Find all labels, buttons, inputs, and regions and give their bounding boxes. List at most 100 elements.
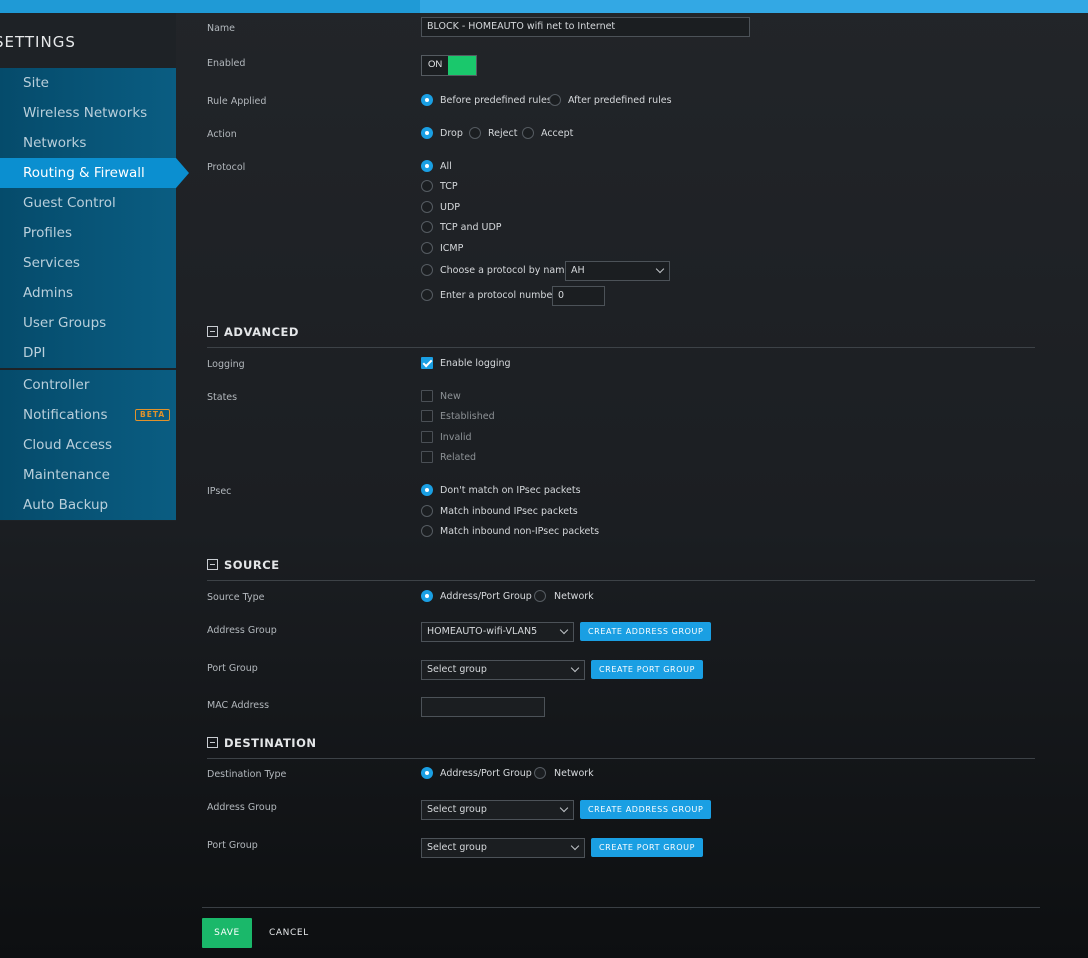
source-address-group-label: Address Group	[207, 625, 277, 636]
sidebar-item-user-groups[interactable]: User Groups	[0, 308, 176, 338]
radio-label: TCP	[440, 181, 458, 192]
section-title-advanced: ADVANCED	[224, 325, 299, 339]
radio-label: Match inbound IPsec packets	[440, 506, 578, 517]
collapse-minus-icon[interactable]	[207, 326, 218, 337]
radio-after-predefined[interactable]	[549, 94, 561, 106]
radio-protocol-number[interactable]	[421, 289, 433, 301]
section-divider	[207, 580, 1035, 581]
radio-drop[interactable]	[421, 127, 433, 139]
section-title-source: SOURCE	[224, 558, 280, 572]
checkbox-label: Established	[440, 411, 495, 422]
enabled-toggle[interactable]: ON	[421, 55, 477, 76]
toggle-state-label: ON	[428, 59, 443, 70]
radio-label: All	[440, 161, 452, 172]
radio-destination-network[interactable]	[534, 767, 546, 779]
collapse-minus-icon[interactable]	[207, 737, 218, 748]
protocol-name-select[interactable]: AH	[565, 261, 670, 281]
select-value: Select group	[427, 664, 487, 675]
section-divider	[207, 758, 1035, 759]
cancel-button[interactable]: CANCEL	[269, 918, 309, 948]
logging-label: Logging	[207, 359, 245, 370]
ipsec-label: IPsec	[207, 486, 232, 497]
top-progress-bar	[0, 0, 1088, 13]
states-label: States	[207, 392, 238, 403]
sidebar-item-wireless-networks[interactable]: Wireless Networks	[0, 98, 176, 128]
radio-protocol-tcp-udp[interactable]	[421, 221, 433, 233]
source-address-group-select[interactable]: HOMEAUTO-wifi-VLAN5	[421, 622, 574, 642]
create-address-group-button[interactable]: CREATE ADDRESS GROUP	[580, 800, 712, 819]
radio-protocol-icmp[interactable]	[421, 242, 433, 254]
sidebar-item-notifications[interactable]: Notifications BETA	[0, 400, 176, 430]
destination-address-group-select[interactable]: Select group	[421, 800, 574, 820]
sidebar-item-services[interactable]: Services	[0, 248, 176, 278]
create-port-group-button[interactable]: CREATE PORT GROUP	[591, 838, 703, 857]
radio-source-network[interactable]	[534, 590, 546, 602]
radio-destination-address-port-group[interactable]	[421, 767, 433, 779]
sidebar-item-routing-firewall[interactable]: Routing & Firewall	[0, 158, 189, 188]
radio-label: After predefined rules	[568, 95, 672, 106]
checkbox-label: Invalid	[440, 432, 472, 443]
state-invalid-checkbox[interactable]	[421, 431, 433, 443]
radio-label: TCP and UDP	[440, 222, 502, 233]
chevron-down-icon	[655, 264, 665, 274]
destination-address-group-label: Address Group	[207, 802, 277, 813]
section-divider	[207, 347, 1035, 348]
protocol-number-input[interactable]: 0	[552, 286, 605, 306]
radio-reject[interactable]	[469, 127, 481, 139]
sidebar-item-controller[interactable]: Controller	[0, 370, 176, 400]
save-button[interactable]: SAVE	[202, 918, 252, 948]
source-port-group-select[interactable]: Select group	[421, 660, 585, 680]
sidebar-title: SETTINGS	[0, 33, 76, 51]
chevron-down-icon	[559, 625, 569, 635]
radio-protocol-by-name[interactable]	[421, 264, 433, 276]
select-value: Select group	[427, 804, 487, 815]
top-bar-segment	[420, 0, 1088, 13]
sidebar-item-auto-backup[interactable]: Auto Backup	[0, 490, 176, 520]
settings-sidebar: SETTINGS Site Wireless Networks Networks…	[0, 13, 189, 521]
beta-badge: BETA	[135, 409, 171, 421]
radio-ipsec-inbound[interactable]	[421, 505, 433, 517]
collapse-minus-icon[interactable]	[207, 559, 218, 570]
radio-label: Match inbound non-IPsec packets	[440, 526, 600, 537]
sidebar-item-profiles[interactable]: Profiles	[0, 218, 176, 248]
settings-menu: Site Wireless Networks Networks Routing …	[0, 68, 189, 520]
mac-address-input[interactable]	[421, 697, 545, 717]
checkbox-label: New	[440, 391, 461, 402]
name-label: Name	[207, 23, 236, 34]
radio-label: Enter a protocol number	[440, 290, 557, 301]
radio-before-predefined[interactable]	[421, 94, 433, 106]
sidebar-item-networks[interactable]: Networks	[0, 128, 176, 158]
destination-port-group-select[interactable]: Select group	[421, 838, 585, 858]
sidebar-item-guest-control[interactable]: Guest Control	[0, 188, 176, 218]
radio-ipsec-non-ipsec[interactable]	[421, 525, 433, 537]
menu-group-site: Site Wireless Networks Networks Routing …	[0, 68, 189, 368]
name-input[interactable]: BLOCK - HOMEAUTO wifi net to Internet	[421, 17, 750, 37]
sidebar-item-dpi[interactable]: DPI	[0, 338, 176, 368]
sidebar-item-label: Notifications	[23, 407, 108, 423]
enabled-label: Enabled	[207, 58, 246, 69]
create-port-group-button[interactable]: CREATE PORT GROUP	[591, 660, 703, 679]
enable-logging-checkbox[interactable]	[421, 357, 433, 369]
radio-source-address-port-group[interactable]	[421, 590, 433, 602]
sidebar-item-site[interactable]: Site	[0, 68, 176, 98]
sidebar-item-admins[interactable]: Admins	[0, 278, 176, 308]
sidebar-item-maintenance[interactable]: Maintenance	[0, 460, 176, 490]
action-label: Action	[207, 129, 237, 140]
radio-ipsec-dont-match[interactable]	[421, 484, 433, 496]
radio-protocol-udp[interactable]	[421, 201, 433, 213]
create-address-group-button[interactable]: CREATE ADDRESS GROUP	[580, 622, 712, 641]
state-related-checkbox[interactable]	[421, 451, 433, 463]
source-port-group-label: Port Group	[207, 663, 258, 674]
radio-protocol-all[interactable]	[421, 160, 433, 172]
sidebar-item-cloud-access[interactable]: Cloud Access	[0, 430, 176, 460]
radio-label: UDP	[440, 202, 460, 213]
checkbox-label: Related	[440, 452, 477, 463]
destination-type-label: Destination Type	[207, 769, 287, 780]
state-new-checkbox[interactable]	[421, 390, 433, 402]
source-type-label: Source Type	[207, 592, 265, 603]
radio-accept[interactable]	[522, 127, 534, 139]
radio-label: Before predefined rules	[440, 95, 552, 106]
radio-label: Don't match on IPsec packets	[440, 485, 581, 496]
state-established-checkbox[interactable]	[421, 410, 433, 422]
radio-protocol-tcp[interactable]	[421, 180, 433, 192]
